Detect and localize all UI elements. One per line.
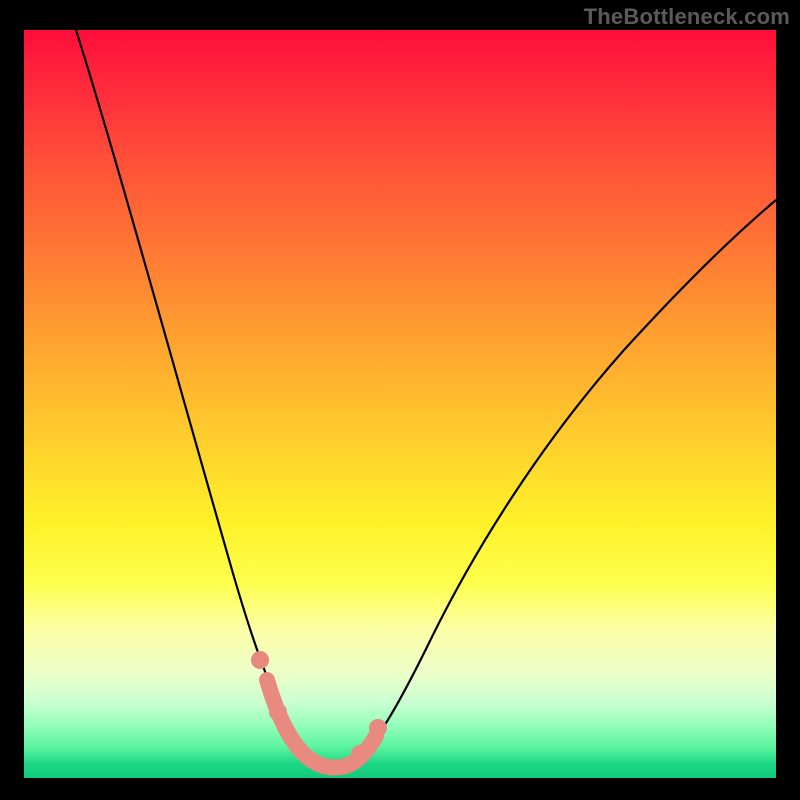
- plot-area: [24, 30, 776, 778]
- curve-layer: [24, 30, 776, 778]
- watermark-text: TheBottleneck.com: [584, 4, 790, 30]
- bottleneck-curve: [76, 30, 776, 766]
- salmon-dot-right-inner: [351, 745, 369, 763]
- salmon-dot-left-upper: [251, 651, 269, 669]
- salmon-dot-right-upper: [369, 719, 387, 737]
- salmon-dot-left-lower: [269, 703, 287, 721]
- chart-frame: TheBottleneck.com: [0, 0, 800, 800]
